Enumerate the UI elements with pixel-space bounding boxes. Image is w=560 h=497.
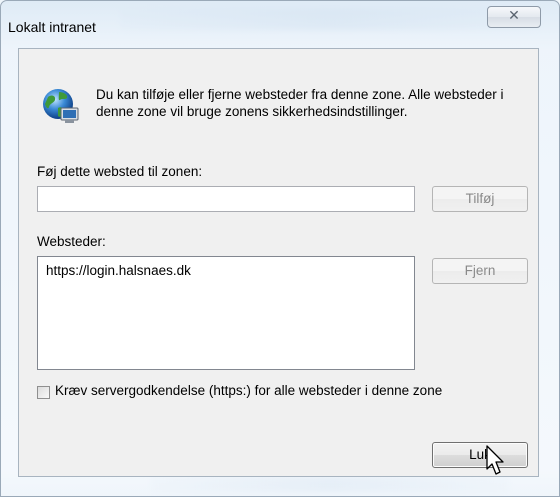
- mouse-cursor-icon: [486, 445, 504, 475]
- https-checkbox[interactable]: [37, 386, 50, 399]
- https-checkbox-label[interactable]: Kræv servergodkendelse (https:) for alle…: [55, 383, 442, 398]
- list-item[interactable]: https://login.halsnaes.dk: [46, 263, 191, 278]
- websites-list[interactable]: https://login.halsnaes.dk: [37, 256, 415, 370]
- add-site-label: Føj dette websted til zonen:: [37, 164, 203, 179]
- site-url-input[interactable]: [37, 186, 415, 212]
- dialog-window: Lokalt intranet ✕ Du kan tilføje eller f…: [0, 0, 560, 497]
- websites-label: Websteder:: [37, 234, 106, 249]
- close-button[interactable]: Luk: [432, 442, 528, 468]
- close-window-button[interactable]: ✕: [487, 6, 541, 28]
- remove-button[interactable]: Fjern: [432, 258, 528, 284]
- dialog-content: Du kan tilføje eller fjerne websteder fr…: [18, 48, 539, 477]
- add-button[interactable]: Tilføj: [432, 186, 528, 212]
- close-icon: ✕: [508, 8, 520, 24]
- window-title: Lokalt intranet: [8, 19, 96, 35]
- zone-description: Du kan tilføje eller fjerne websteder fr…: [96, 87, 504, 119]
- globe-computer-icon: [43, 89, 79, 123]
